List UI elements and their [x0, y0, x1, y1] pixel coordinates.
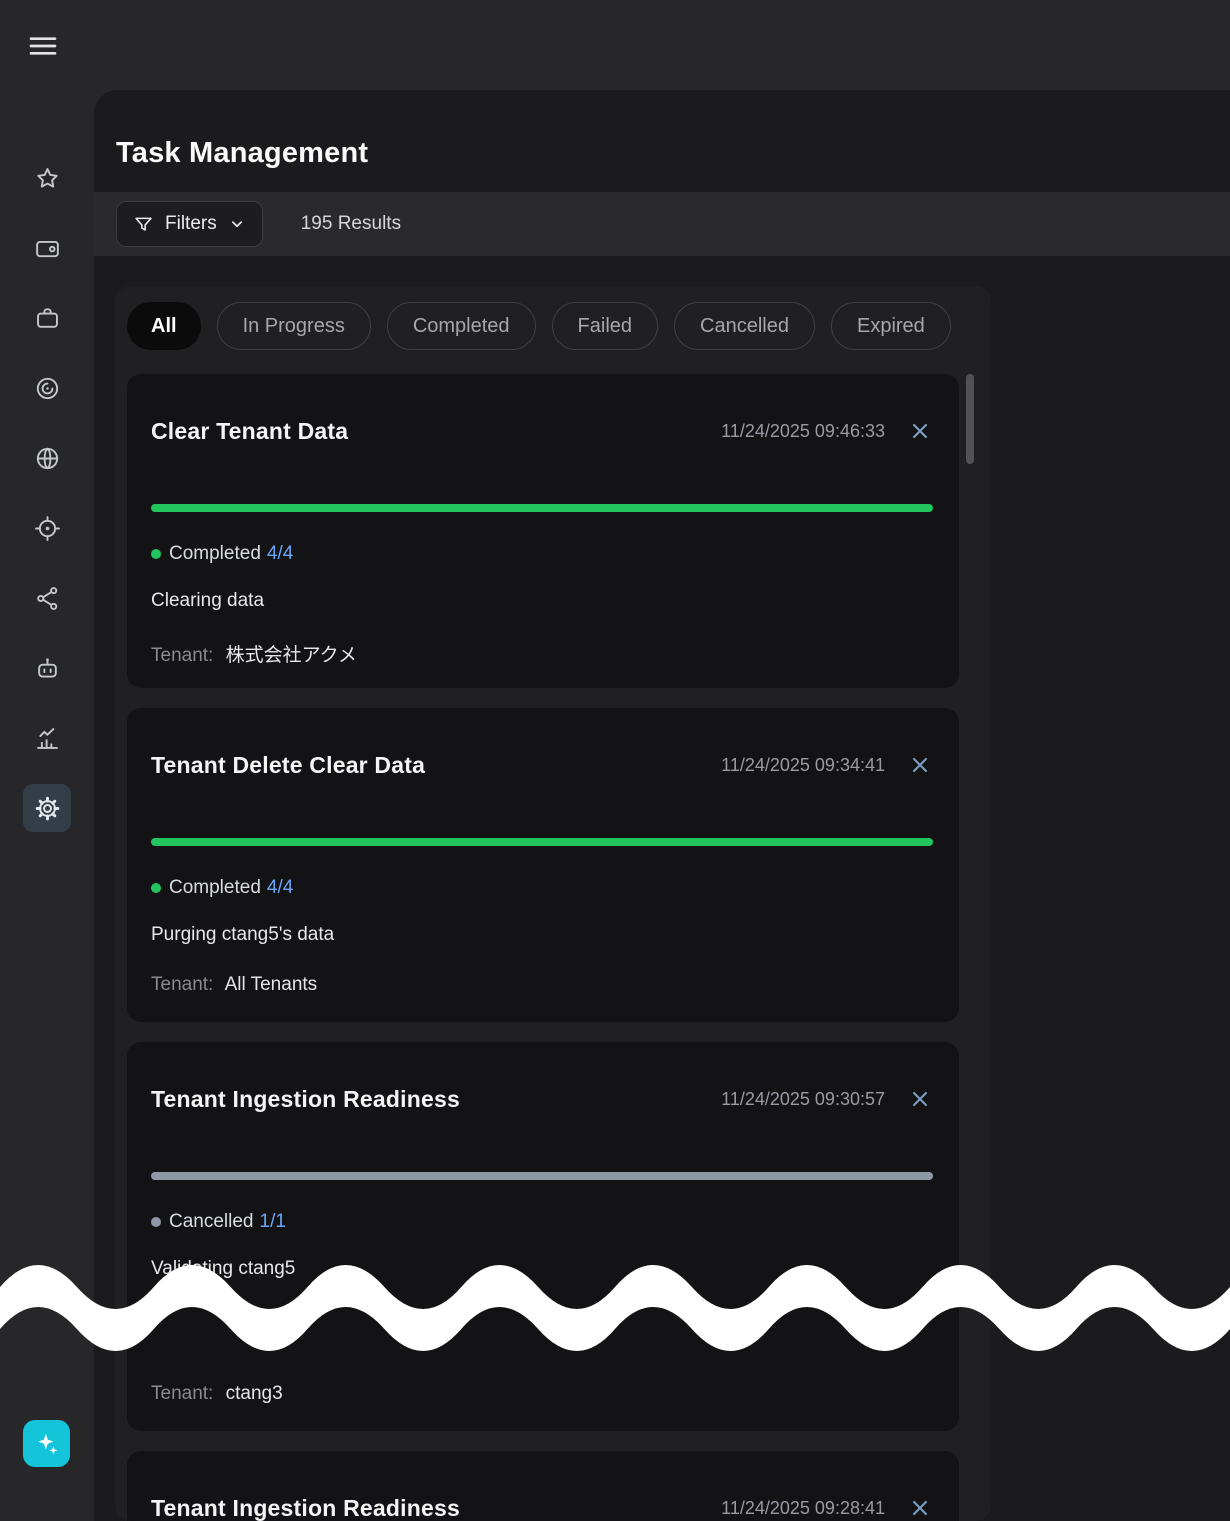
filters-button[interactable]: Filters — [116, 201, 263, 247]
tab-completed[interactable]: Completed — [387, 302, 536, 350]
filters-label: Filters — [165, 213, 217, 235]
tab-in-progress[interactable]: In Progress — [217, 302, 371, 350]
progress-bar — [151, 838, 933, 846]
close-icon[interactable] — [907, 752, 933, 778]
task-description: Clearing data — [151, 590, 933, 614]
task-timestamp: 11/24/2025 09:46:33 — [721, 421, 885, 442]
task-title: Tenant Ingestion Readiness — [151, 1495, 721, 1521]
tenant-value: All Tenants — [225, 974, 318, 995]
sidebar-item-data[interactable] — [23, 364, 71, 412]
spiral-icon — [34, 375, 61, 402]
task-description: Validating ctang5 — [151, 1258, 933, 1282]
chevron-down-icon — [228, 215, 246, 233]
tenant-label: Tenant: — [151, 1383, 213, 1404]
task-title: Tenant Delete Clear Data — [151, 752, 721, 779]
progress-count: 4/4 — [267, 877, 293, 899]
task-card: Tenant Delete Clear Data 11/24/2025 09:3… — [127, 708, 959, 1022]
hidden-torn-content — [151, 1308, 933, 1383]
task-timestamp: 11/24/2025 09:34:41 — [721, 755, 885, 776]
gear-icon — [34, 795, 61, 822]
brain-icon — [34, 445, 61, 472]
filter-bar: Filters 195 Results — [94, 192, 1230, 256]
tab-all[interactable]: All — [127, 302, 201, 350]
scrollbar-thumb[interactable] — [966, 374, 974, 464]
progress-bar — [151, 1172, 933, 1180]
close-icon[interactable] — [907, 418, 933, 444]
sidebar-item-models[interactable] — [23, 434, 71, 482]
page-title: Task Management — [94, 90, 1230, 170]
sidebar-item-connections[interactable] — [23, 574, 71, 622]
status-dot — [151, 883, 161, 893]
tenant-label: Tenant: — [151, 974, 213, 995]
tenant-label: Tenant: — [151, 645, 213, 666]
sidebar-item-automation[interactable] — [23, 644, 71, 692]
task-description: Purging ctang5's data — [151, 924, 933, 948]
close-icon[interactable] — [907, 1495, 933, 1521]
tenant-value: ctang3 — [226, 1383, 283, 1404]
sidebar — [0, 0, 94, 1521]
progress-bar — [151, 504, 933, 512]
task-timestamp: 11/24/2025 09:28:41 — [721, 1498, 885, 1519]
task-timestamp: 11/24/2025 09:30:57 — [721, 1089, 885, 1110]
task-list-panel: All In Progress Completed Failed Cancell… — [115, 286, 991, 1521]
sparkles-icon — [33, 1430, 61, 1458]
task-card-list: Clear Tenant Data 11/24/2025 09:46:33 Co… — [127, 374, 959, 1521]
sidebar-item-settings[interactable] — [23, 784, 71, 832]
sidebar-item-targeting[interactable] — [23, 504, 71, 552]
wallet-icon — [34, 235, 61, 262]
sidebar-item-favorites[interactable] — [23, 154, 71, 202]
results-count: 195 Results — [301, 213, 401, 235]
sidebar-item-analytics[interactable] — [23, 714, 71, 762]
tenant-row: Tenant: 株式会社アクメ — [151, 640, 933, 664]
task-card: Clear Tenant Data 11/24/2025 09:46:33 Co… — [127, 374, 959, 688]
main-panel: Task Management Filters 195 Results All … — [94, 90, 1230, 1521]
status-row: Completed 4/4 — [151, 542, 933, 566]
tab-cancelled[interactable]: Cancelled — [674, 302, 815, 350]
status-label: Completed — [169, 543, 261, 565]
ai-assistant-button[interactable] — [23, 1420, 70, 1467]
task-title: Tenant Ingestion Readiness — [151, 1086, 721, 1113]
status-row: Completed 4/4 — [151, 876, 933, 900]
progress-count: 4/4 — [267, 543, 293, 565]
network-icon — [34, 585, 61, 612]
filter-icon — [133, 214, 154, 235]
task-card: Tenant Ingestion Readiness 11/24/2025 09… — [127, 1451, 959, 1521]
tab-expired[interactable]: Expired — [831, 302, 951, 350]
task-card: Tenant Ingestion Readiness 11/24/2025 09… — [127, 1042, 959, 1431]
chart-icon — [34, 725, 61, 752]
crosshair-icon — [34, 515, 61, 542]
tab-failed[interactable]: Failed — [552, 302, 658, 350]
status-dot — [151, 549, 161, 559]
status-dot — [151, 1217, 161, 1227]
robot-icon — [34, 655, 61, 682]
sidebar-nav — [0, 154, 94, 832]
close-icon[interactable] — [907, 1086, 933, 1112]
status-tabs: All In Progress Completed Failed Cancell… — [127, 302, 977, 350]
menu-button[interactable] — [25, 28, 61, 64]
sidebar-item-workspace[interactable] — [23, 294, 71, 342]
status-label: Cancelled — [169, 1211, 254, 1233]
tenant-row: Tenant: All Tenants — [151, 974, 933, 998]
sidebar-item-payments[interactable] — [23, 224, 71, 272]
task-title: Clear Tenant Data — [151, 418, 721, 445]
progress-count: 1/1 — [260, 1211, 286, 1233]
star-icon — [34, 165, 61, 192]
menu-icon — [27, 30, 59, 62]
tenant-value: 株式会社アクメ — [226, 645, 357, 666]
status-label: Completed — [169, 877, 261, 899]
briefcase-icon — [34, 305, 61, 332]
status-row: Cancelled 1/1 — [151, 1210, 933, 1234]
tenant-row: Tenant: ctang3 — [151, 1383, 933, 1407]
